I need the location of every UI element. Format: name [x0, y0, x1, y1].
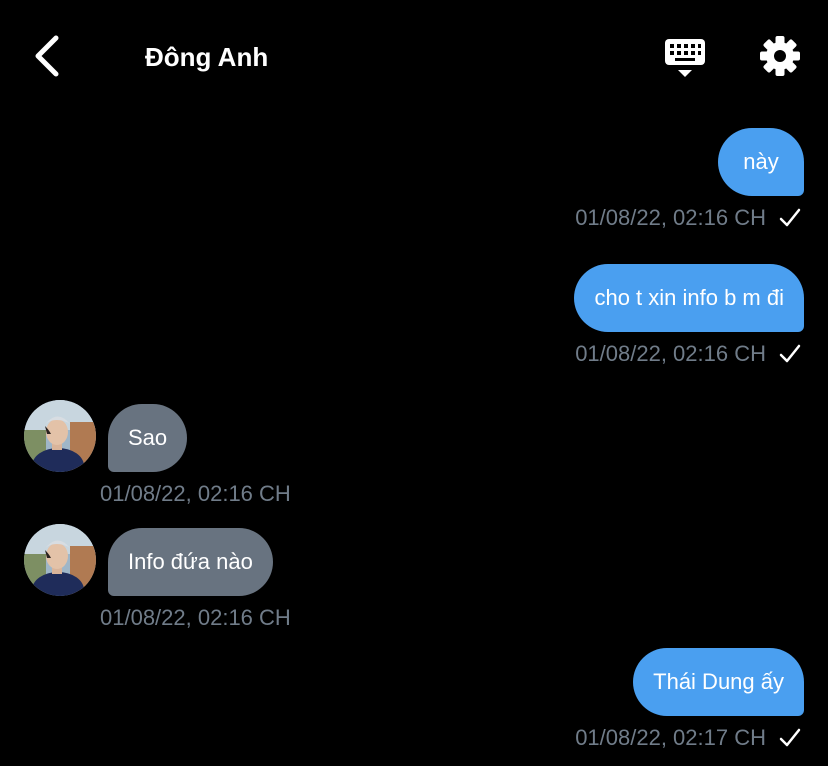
message-text: Info đứa nào: [128, 549, 253, 574]
check-icon: [779, 728, 801, 747]
gear-icon: [760, 36, 800, 76]
keyboard-button[interactable]: [658, 32, 712, 82]
keyboard-icon: [665, 39, 705, 77]
contact-avatar[interactable]: [24, 524, 96, 596]
message-timestamp: 01/08/22, 02:16 CH: [100, 481, 291, 506]
outgoing-message-bubble[interactable]: cho t xin info b m đi: [574, 264, 804, 332]
outgoing-message-bubble[interactable]: Thái Dung ấy: [633, 648, 804, 716]
contact-name: Đông Anh: [145, 42, 269, 72]
check-icon: [779, 344, 801, 363]
avatar-photo: [24, 524, 96, 596]
message-timestamp: 01/08/22, 02:17 CH: [575, 725, 766, 750]
avatar-photo: [24, 400, 96, 472]
incoming-message-bubble[interactable]: Info đứa nào: [108, 528, 273, 596]
chat-header: Đông Anh: [0, 0, 828, 112]
message-text: Thái Dung ấy: [653, 669, 784, 694]
outgoing-message-bubble[interactable]: này: [718, 128, 804, 196]
settings-button[interactable]: [756, 32, 804, 80]
check-icon: [779, 208, 801, 227]
incoming-message-bubble[interactable]: Sao: [108, 404, 188, 472]
chevron-left-icon: [35, 35, 59, 77]
message-timestamp: 01/08/22, 02:16 CH: [575, 205, 766, 230]
back-button[interactable]: [22, 30, 70, 82]
message-timestamp: 01/08/22, 02:16 CH: [100, 605, 291, 630]
message-text: này: [743, 149, 779, 174]
message-text: Sao: [128, 425, 168, 450]
message-timestamp: 01/08/22, 02:16 CH: [575, 341, 766, 366]
contact-avatar[interactable]: [24, 400, 96, 472]
message-text: cho t xin info b m đi: [594, 285, 784, 310]
